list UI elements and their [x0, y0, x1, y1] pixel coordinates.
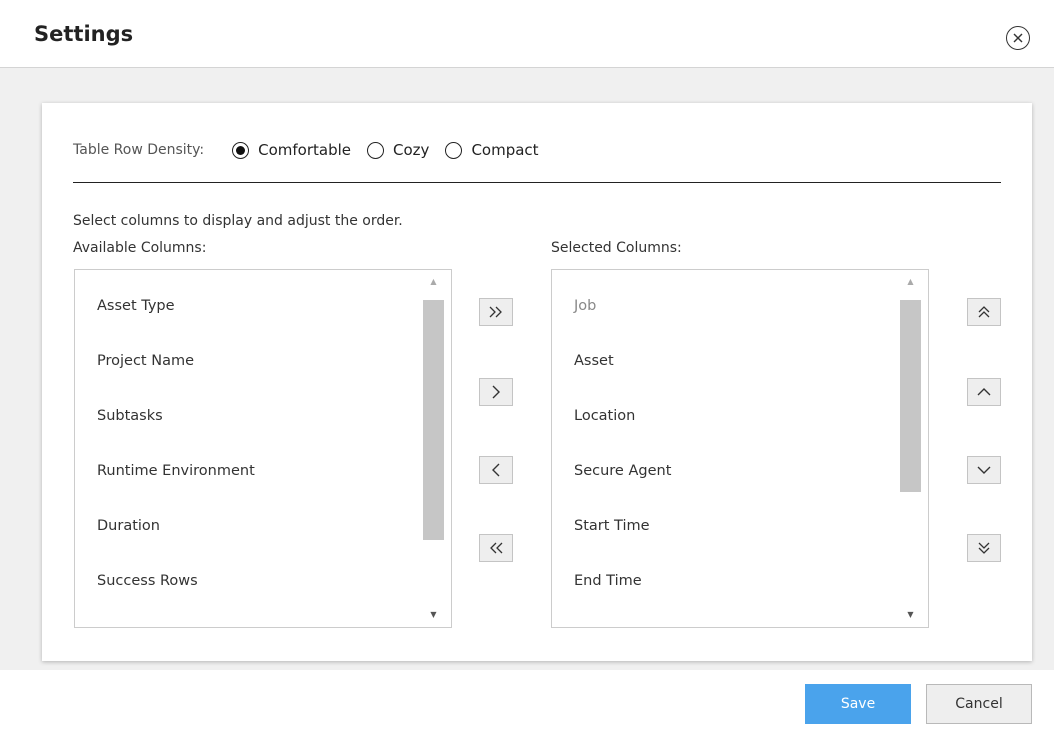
chevron-up-icon: [977, 388, 991, 396]
move-all-left-button[interactable]: [479, 534, 513, 562]
column-instructions: Select columns to display and adjust the…: [73, 213, 403, 229]
selected-columns-label: Selected Columns:: [551, 240, 682, 256]
radio-cozy-label: Cozy: [393, 141, 430, 159]
scroll-down-arrow-icon[interactable]: ▼: [900, 609, 921, 621]
list-item[interactable]: Duration: [97, 518, 160, 534]
list-item[interactable]: Runtime Environment: [97, 463, 255, 479]
close-icon: [1013, 33, 1023, 43]
close-button[interactable]: [1006, 26, 1030, 50]
radio-selected-dot: [236, 145, 246, 155]
list-item[interactable]: Start Time: [574, 518, 650, 534]
move-all-right-button[interactable]: [479, 298, 513, 326]
move-to-top-button[interactable]: [967, 298, 1001, 326]
list-item[interactable]: Success Rows: [97, 573, 198, 589]
list-item[interactable]: End Time: [574, 573, 642, 589]
available-columns-label: Available Columns:: [73, 240, 207, 256]
row-density-label: Table Row Density:: [73, 142, 205, 158]
selected-columns-list[interactable]: Job Asset Location Secure Agent Start Ti…: [551, 269, 929, 628]
radio-compact-label: Compact: [471, 141, 539, 159]
available-columns-list[interactable]: Asset Type Project Name Subtasks Runtime…: [74, 269, 452, 628]
scroll-up-arrow-icon[interactable]: ▲: [900, 276, 921, 288]
move-down-button[interactable]: [967, 456, 1001, 484]
move-right-button[interactable]: [479, 378, 513, 406]
double-chevron-down-icon: [978, 542, 990, 554]
radio-cozy-button[interactable]: [367, 141, 385, 159]
scroll-thumb[interactable]: [900, 300, 921, 492]
move-left-button[interactable]: [479, 456, 513, 484]
selected-list-scrollbar[interactable]: ▲ ▼: [900, 276, 921, 621]
settings-dialog: Settings Table Row Density: Comfortable …: [0, 0, 1054, 738]
radio-comfortable-button[interactable]: [232, 141, 250, 159]
radio-compact-button[interactable]: [445, 141, 463, 159]
cancel-button[interactable]: Cancel: [926, 684, 1032, 724]
scroll-thumb[interactable]: [423, 300, 444, 540]
save-button[interactable]: Save: [805, 684, 911, 724]
double-chevron-up-icon: [978, 306, 990, 318]
list-item[interactable]: Asset: [574, 353, 614, 369]
available-list-scrollbar[interactable]: ▲ ▼: [423, 276, 444, 621]
move-up-button[interactable]: [967, 378, 1001, 406]
section-divider: [73, 182, 1001, 183]
radio-cozy[interactable]: Cozy: [367, 141, 429, 159]
list-item[interactable]: Secure Agent: [574, 463, 671, 479]
dialog-title: Settings: [34, 22, 134, 46]
radio-comfortable-label: Comfortable: [258, 141, 352, 159]
dialog-header: Settings: [0, 0, 1054, 68]
chevron-right-icon: [492, 385, 500, 399]
scroll-up-arrow-icon[interactable]: ▲: [423, 276, 444, 288]
move-to-bottom-button[interactable]: [967, 534, 1001, 562]
row-density-group: Table Row Density: Comfortable Cozy Comp…: [73, 138, 555, 162]
list-item[interactable]: Job: [574, 298, 596, 314]
list-item[interactable]: Asset Type: [97, 298, 175, 314]
list-item[interactable]: Subtasks: [97, 408, 163, 424]
list-item[interactable]: Location: [574, 408, 635, 424]
radio-compact[interactable]: Compact: [445, 141, 539, 159]
list-item[interactable]: Project Name: [97, 353, 194, 369]
chevron-down-icon: [977, 466, 991, 474]
double-chevron-left-icon: [490, 542, 503, 554]
double-chevron-right-icon: [489, 306, 502, 318]
radio-comfortable[interactable]: Comfortable: [232, 141, 351, 159]
chevron-left-icon: [492, 463, 500, 477]
scroll-down-arrow-icon[interactable]: ▼: [423, 609, 444, 621]
